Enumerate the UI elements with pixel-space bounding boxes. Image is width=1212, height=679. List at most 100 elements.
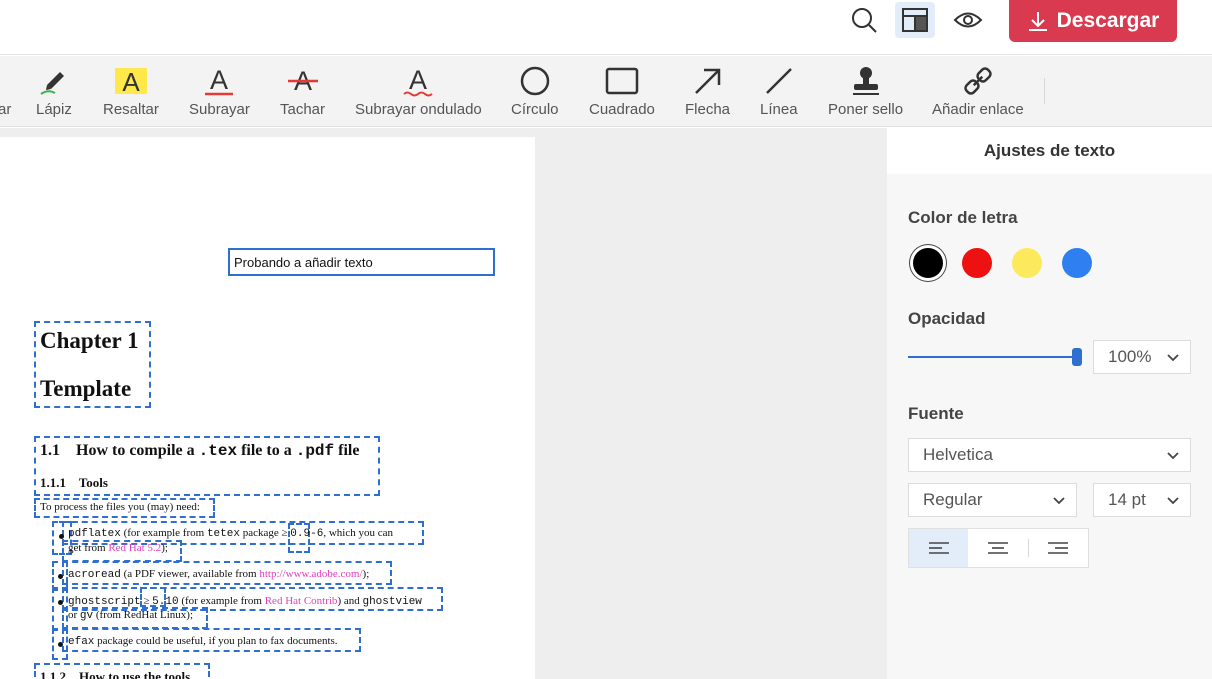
chapter-title: Template: [40, 376, 132, 401]
item-text: package: [242, 527, 279, 539]
font-style-select[interactable]: Regular: [908, 483, 1077, 517]
opacity-slider-thumb[interactable]: [1072, 348, 1082, 366]
opacity-select[interactable]: 100%: [1093, 340, 1191, 374]
color-swatch-blue[interactable]: [1062, 248, 1092, 278]
tool-pencil[interactable]: Lápiz: [36, 64, 72, 120]
eye-icon[interactable]: [948, 2, 988, 38]
section-text-mid: file to a: [241, 442, 292, 459]
svg-text:A: A: [409, 65, 427, 95]
geq-symbol: ≥: [281, 527, 288, 539]
tool-line[interactable]: Línea: [760, 64, 798, 120]
circle-icon: [519, 64, 551, 98]
line-icon: [763, 64, 795, 98]
item-text: );: [362, 568, 370, 580]
tool-circle[interactable]: Círculo: [511, 64, 559, 120]
tool-square[interactable]: Cuadrado: [589, 64, 655, 120]
list-bullet: [58, 600, 63, 605]
section-code-tex: .tex: [198, 442, 238, 460]
font-size-select[interactable]: 14 pt: [1093, 483, 1191, 517]
tool-wavy-underline[interactable]: A Subrayar ondulado: [355, 64, 482, 120]
list-item-3-line-2: or gv (from RedHat Linux);: [68, 609, 193, 622]
align-left-button[interactable]: [909, 529, 969, 567]
subsection-heading: 1.1.1 Tools: [40, 475, 108, 491]
chevron-down-icon: [1167, 354, 1179, 362]
code-version: 5.10: [152, 596, 179, 608]
tool-label: Lápiz: [36, 101, 72, 118]
color-swatch-red[interactable]: [962, 248, 992, 278]
square-icon: [605, 64, 639, 98]
font-label: Fuente: [908, 404, 964, 423]
opacity-label: Opacidad: [908, 309, 986, 328]
list-item-3-line-1: ghostscript ≥ 5.10 (for example from Red…: [68, 595, 422, 608]
stamp-icon: [850, 64, 882, 98]
code-gv: gv: [79, 610, 94, 622]
layout-icon[interactable]: [895, 2, 935, 38]
highlight-icon: A: [114, 64, 148, 98]
item-text: (for example from: [181, 595, 262, 607]
tool-label: Poner sello: [828, 101, 904, 118]
tool-label: Subrayar: [189, 101, 250, 118]
item-text: (from RedHat Linux);: [95, 609, 194, 621]
link-redhat-contrib[interactable]: Red Hat Contrib: [265, 595, 338, 607]
top-bar: Descargar: [0, 0, 1212, 55]
chevron-down-icon: [1053, 497, 1065, 505]
align-right-icon: [1048, 542, 1069, 554]
item-text: or: [68, 609, 78, 621]
svg-text:A: A: [210, 65, 228, 95]
section-text-post: file: [338, 442, 360, 459]
section-heading: 1.1 How to compile a .tex file to a .pdf…: [40, 442, 359, 460]
tool-stamp[interactable]: Poner sello: [828, 64, 903, 120]
tool-strikethrough[interactable]: A Tachar: [280, 64, 325, 120]
tool-label: Cuadrado: [589, 101, 655, 118]
code-version: 0.9-6: [290, 528, 324, 540]
text-settings-panel: Ajustes de texto Color de letra Opacidad…: [887, 128, 1212, 679]
item-text: ) and: [337, 595, 360, 607]
tool-underline[interactable]: A Subrayar: [189, 64, 250, 120]
download-icon: [1028, 12, 1047, 31]
align-center-button[interactable]: [968, 529, 1027, 567]
link-adobe[interactable]: http://www.adobe.com/: [259, 568, 362, 580]
text-alignment-group: [908, 528, 1089, 568]
color-swatch-black[interactable]: [913, 248, 943, 278]
added-text-box[interactable]: Probando a añadir texto: [228, 248, 495, 276]
font-family-select[interactable]: Helvetica: [908, 438, 1191, 472]
tool-arrow[interactable]: Flecha: [685, 64, 730, 120]
tool-partial[interactable]: ar: [0, 64, 11, 120]
chevron-down-icon: [1167, 452, 1179, 460]
annotation-toolbar: ar Lápiz A Resaltar A Subrayar A Tachar …: [0, 56, 1212, 127]
tool-label: Tachar: [280, 101, 326, 118]
opacity-value: 100%: [1108, 347, 1152, 366]
align-center-icon: [988, 542, 1009, 554]
toolbar-divider: [1044, 78, 1045, 104]
list-bullet: [59, 534, 64, 539]
font-family-value: Helvetica: [923, 445, 993, 464]
subsection-title: Tools: [78, 475, 108, 490]
font-color-label: Color de letra: [908, 208, 1018, 227]
align-right-button[interactable]: [1029, 529, 1088, 567]
svg-text:A: A: [122, 67, 140, 96]
search-icon[interactable]: [844, 2, 884, 38]
color-swatch-yellow[interactable]: [1012, 248, 1042, 278]
tool-label: Añadir enlace: [932, 101, 1024, 118]
code-tetex: tetex: [206, 528, 240, 540]
item-text: package could be useful, if you plan to …: [97, 635, 338, 647]
tool-label: ar: [0, 101, 12, 118]
download-button[interactable]: Descargar: [1009, 0, 1177, 42]
pencil-icon: [38, 64, 70, 98]
subsection-number: 1.1.2: [40, 669, 66, 679]
link-redhat[interactable]: Red Hat 5.2: [108, 542, 161, 554]
opacity-slider-track[interactable]: [908, 356, 1078, 358]
tool-highlight[interactable]: A Resaltar: [103, 64, 159, 120]
font-style-value: Regular: [923, 490, 983, 509]
tool-link[interactable]: Añadir enlace: [932, 64, 1024, 120]
list-bullet: [58, 642, 63, 647]
code-ghostview: ghostview: [362, 596, 422, 608]
subsection-number: 1.1.1: [40, 475, 66, 490]
text-block-item-3-bullet[interactable]: [52, 587, 68, 631]
code-acroread: acroread: [68, 569, 121, 581]
pdf-page[interactable]: Probando a añadir texto Chapter 1 Templa…: [0, 137, 535, 679]
item-text: );: [161, 542, 168, 554]
item-text: (for example from: [123, 527, 205, 539]
list-item-4: efax package could be useful, if you pla…: [68, 635, 338, 648]
section-number: 1.1: [40, 442, 60, 459]
